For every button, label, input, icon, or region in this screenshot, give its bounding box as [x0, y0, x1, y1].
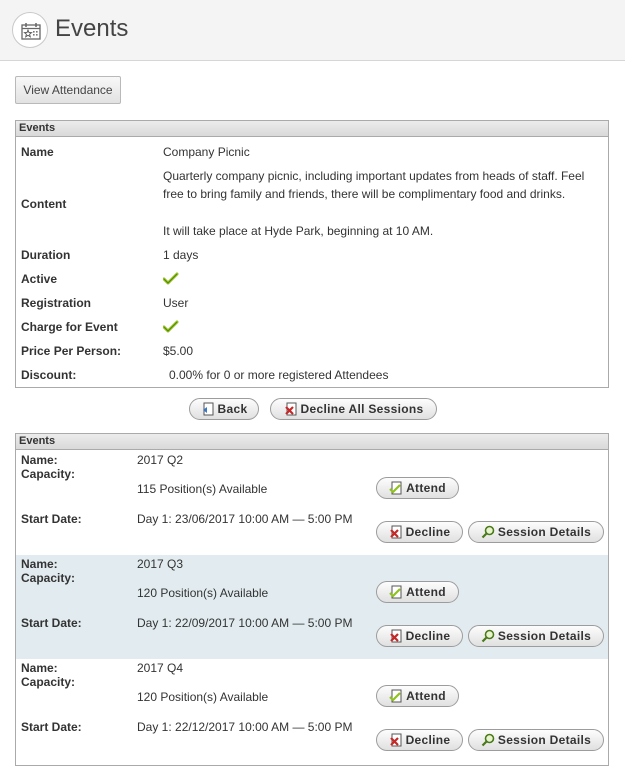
back-label: Back: [217, 402, 248, 416]
content-paragraph: It will take place at Hyde Park, beginni…: [163, 224, 434, 238]
back-icon: [202, 402, 214, 416]
start-date-label: Start Date:: [21, 512, 82, 526]
session-name-label: Name:: [21, 661, 58, 675]
decline-button[interactable]: Decline: [376, 625, 463, 647]
attend-button[interactable]: Attend: [376, 685, 459, 707]
check-icon: [162, 272, 179, 289]
attend-button[interactable]: Attend: [376, 477, 459, 499]
session-name-label: Name:: [21, 557, 58, 571]
decline-label: Decline: [405, 629, 451, 643]
session-start: Day 1: 22/12/2017 10:00 AM — 5:00 PM: [137, 720, 353, 734]
session-details-button[interactable]: Session Details: [468, 729, 604, 751]
decline-label: Decline: [405, 525, 451, 539]
session-row: Name: Capacity: 2017 Q3 120 Position(s) …: [16, 555, 608, 659]
session-name: 2017 Q3: [137, 557, 184, 571]
start-date-label: Start Date:: [21, 720, 82, 734]
session-row: Name: Capacity: 2017 Q2 115 Position(s) …: [16, 451, 608, 555]
price-value: $5.00: [163, 344, 194, 358]
attend-icon: [389, 689, 402, 703]
attend-button[interactable]: Attend: [376, 581, 459, 603]
content-paragraph: Quarterly company picnic, including impo…: [163, 169, 585, 201]
session-details-label: Session Details: [497, 733, 592, 747]
magnifier-icon: [481, 629, 495, 643]
magnifier-icon: [481, 733, 495, 747]
panel-title: Events: [16, 121, 608, 137]
session-name: 2017 Q4: [137, 661, 184, 675]
content-label: Content: [21, 197, 67, 211]
calendar-icon: [12, 12, 48, 48]
duration-value: 1 days: [163, 248, 199, 262]
session-capacity: 115 Position(s) Available: [137, 482, 268, 496]
session-details-label: Session Details: [497, 629, 592, 643]
price-label: Price Per Person:: [21, 344, 122, 358]
event-details-panel: Events Name Company Picnic Content Quart…: [15, 120, 609, 388]
discount-value: 0.00% for 0 or more registered Attendees: [169, 368, 389, 382]
decline-icon: [389, 733, 402, 747]
capacity-label: Capacity:: [21, 675, 76, 689]
session-row: Name: Capacity: 2017 Q4 120 Position(s) …: [16, 659, 608, 763]
session-name: 2017 Q2: [137, 453, 184, 467]
panel-title: Events: [16, 434, 608, 450]
charge-label: Charge for Event: [21, 320, 118, 334]
capacity-label: Capacity:: [21, 571, 76, 585]
start-date-label: Start Date:: [21, 616, 82, 630]
capacity-label: Capacity:: [21, 467, 76, 481]
decline-label: Decline: [405, 733, 451, 747]
attend-icon: [389, 481, 402, 495]
session-capacity: 120 Position(s) Available: [137, 586, 269, 600]
page-header: Events: [0, 0, 625, 61]
attend-label: Attend: [406, 585, 446, 599]
discount-label: Discount:: [21, 368, 77, 382]
session-start: Day 1: 23/06/2017 10:00 AM — 5:00 PM: [137, 512, 353, 526]
decline-button[interactable]: Decline: [376, 521, 463, 543]
session-details-button[interactable]: Session Details: [468, 521, 604, 543]
session-details-label: Session Details: [497, 525, 592, 539]
registration-label: Registration: [21, 296, 92, 310]
session-capacity: 120 Position(s) Available: [137, 690, 269, 704]
sessions-panel: Events Name: Capacity: 2017 Q2 115 Posit…: [15, 433, 609, 766]
page-title: Events: [55, 15, 129, 42]
attend-label: Attend: [406, 689, 446, 703]
decline-icon: [389, 629, 402, 643]
decline-all-label: Decline All Sessions: [300, 402, 424, 416]
name-label: Name: [21, 145, 54, 159]
magnifier-icon: [481, 525, 495, 539]
check-icon: [162, 320, 179, 337]
session-details-button[interactable]: Session Details: [468, 625, 604, 647]
duration-label: Duration: [21, 248, 71, 262]
view-attendance-button[interactable]: View Attendance: [15, 76, 121, 104]
name-value: Company Picnic: [163, 145, 250, 159]
decline-all-sessions-button[interactable]: Decline All Sessions: [270, 398, 437, 420]
decline-icon: [389, 525, 402, 539]
session-name-label: Name:: [21, 453, 58, 467]
attend-label: Attend: [406, 481, 446, 495]
session-start: Day 1: 22/09/2017 10:00 AM — 5:00 PM: [137, 616, 353, 630]
registration-value: User: [163, 296, 189, 310]
back-button[interactable]: Back: [189, 398, 259, 420]
attend-icon: [389, 585, 402, 599]
decline-icon: [284, 402, 297, 416]
active-label: Active: [21, 272, 58, 286]
decline-button[interactable]: Decline: [376, 729, 463, 751]
